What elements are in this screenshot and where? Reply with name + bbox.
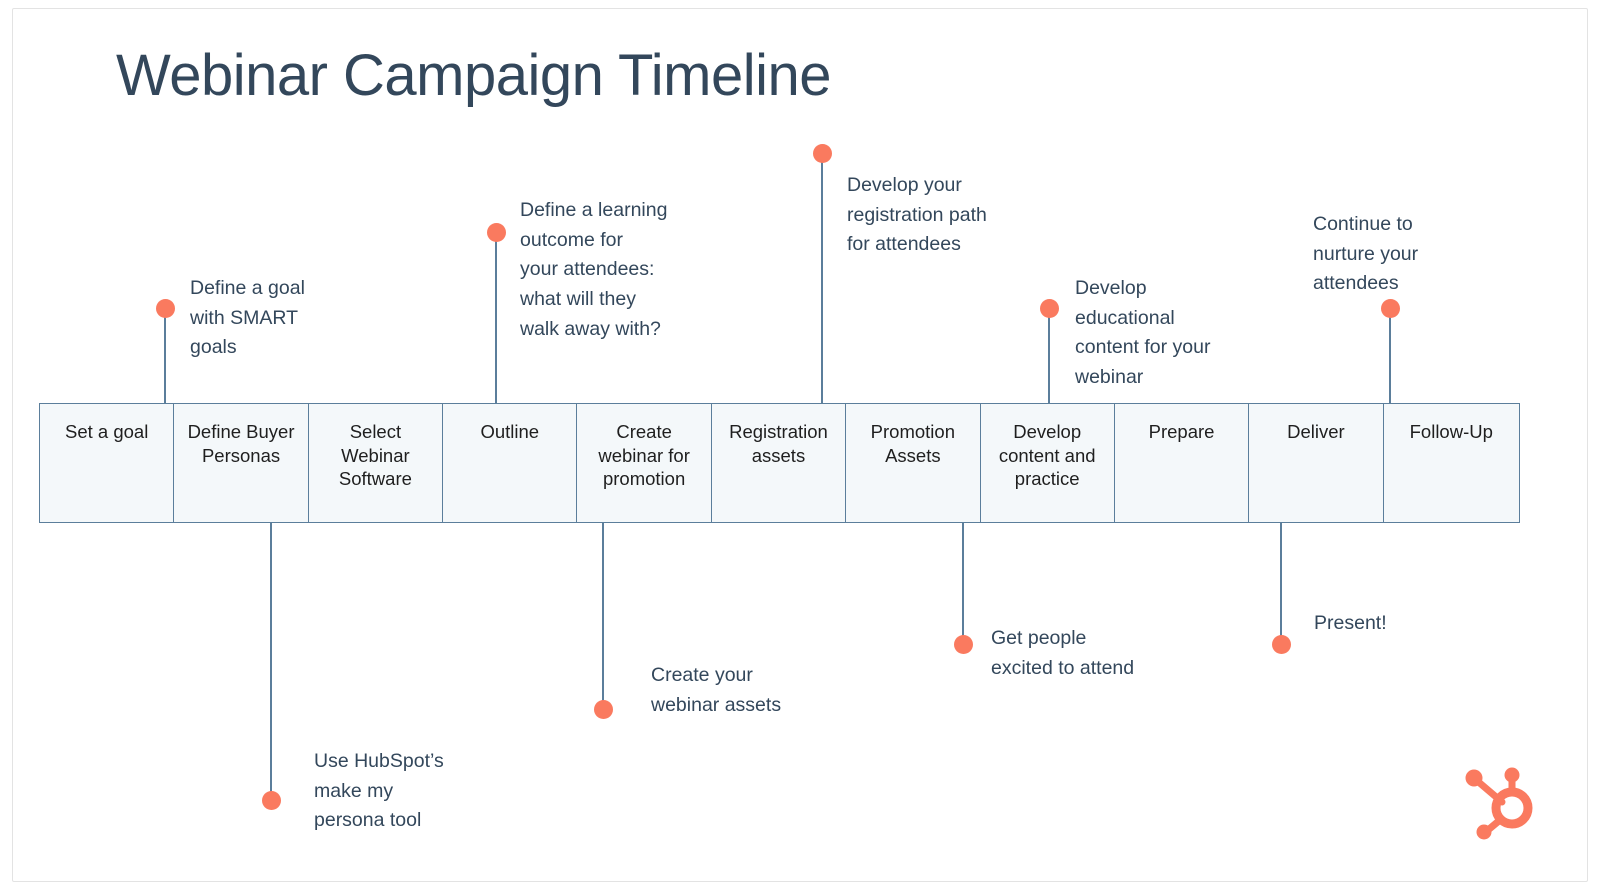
timeline-stage-cell-5[interactable]: Registration assets — [711, 404, 847, 522]
timeline-stage-cell-9[interactable]: Deliver — [1249, 404, 1384, 522]
annotation-webinar-assets: Create your webinar assets — [651, 664, 782, 716]
milestone-dot-registration-path[interactable] — [813, 144, 832, 163]
annotation-registration-path: Develop your registration path for atten… — [847, 174, 987, 256]
timeline-stage-cell-0[interactable]: Set a goal — [40, 404, 175, 522]
annotation-present: Present! — [1314, 612, 1387, 634]
annotation-get-people-excited: Get people excited to attend — [991, 627, 1135, 679]
timeline-stage-cell-1[interactable]: Define Buyer Personas — [174, 404, 309, 522]
page-title: Webinar Campaign Timeline — [116, 43, 832, 108]
screenshot-canvas: Webinar Campaign Timeline Set a goal Def… — [0, 0, 1600, 895]
milestone-dot-educational-content[interactable] — [1040, 299, 1059, 318]
annotation-nurture-attendees: Continue to nurture your attendees — [1313, 213, 1419, 295]
timeline-stage-table: Set a goal Define Buyer Personas Select … — [39, 403, 1520, 523]
connector-stem-registration-path — [821, 153, 823, 404]
connector-stem-persona-tool — [270, 522, 272, 800]
timeline-stage-cell-3[interactable]: Outline — [443, 404, 578, 522]
connector-stem-nurture-attendees — [1389, 308, 1391, 404]
connector-stem-smart-goals — [164, 308, 166, 404]
annotation-smart-goals: Define a goal with SMART goals — [190, 277, 305, 359]
timeline-stage-cell-7[interactable]: Develop content and practice — [980, 404, 1115, 522]
connector-stem-educational-content — [1048, 308, 1050, 404]
timeline-stage-cell-10[interactable]: Follow-Up — [1383, 404, 1519, 522]
milestone-dot-nurture-attendees[interactable] — [1381, 299, 1400, 318]
milestone-dot-present[interactable] — [1272, 635, 1291, 654]
milestone-dot-webinar-assets[interactable] — [594, 700, 613, 719]
timeline-stage-cell-8[interactable]: Prepare — [1114, 404, 1250, 522]
connector-stem-present — [1280, 522, 1282, 644]
annotation-persona-tool: Use HubSpot’s make my persona tool — [314, 750, 444, 832]
hubspot-sprocket-logo — [1458, 762, 1534, 840]
timeline-stage-cell-4[interactable]: Create webinar for promotion — [577, 404, 712, 522]
milestone-dot-learning-outcome[interactable] — [487, 223, 506, 242]
milestone-dot-persona-tool[interactable] — [262, 791, 281, 810]
milestone-dot-get-people-excited[interactable] — [954, 635, 973, 654]
milestone-dot-smart-goals[interactable] — [156, 299, 175, 318]
connector-stem-learning-outcome — [495, 232, 497, 404]
annotation-learning-outcome: Define a learning outcome for your atten… — [520, 199, 668, 340]
connector-stem-webinar-assets — [602, 522, 604, 709]
annotation-educational-content: Develop educational content for your web… — [1075, 277, 1211, 388]
timeline-stage-cell-6[interactable]: Promotion Assets — [846, 404, 981, 522]
connector-stem-get-people-excited — [962, 522, 964, 644]
timeline-stage-cell-2[interactable]: Select Webinar Software — [308, 404, 444, 522]
